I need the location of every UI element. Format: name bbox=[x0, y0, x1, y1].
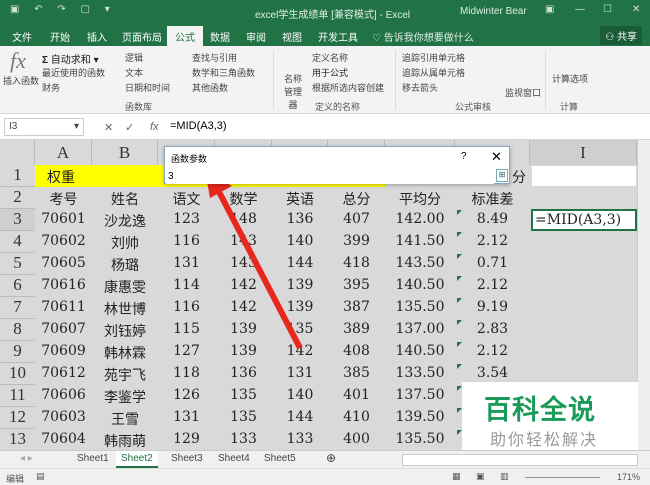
sheet-tab[interactable]: Sheet3 bbox=[171, 453, 203, 464]
page-layout-icon[interactable]: ▣ bbox=[476, 471, 485, 482]
sheet-tabs: ◂ ▸ Sheet1 Sheet2 Sheet3 Sheet4 Sheet5 ⊕ bbox=[0, 450, 650, 468]
argument-input[interactable] bbox=[166, 168, 494, 184]
zoom-slider[interactable] bbox=[525, 477, 600, 478]
normal-view-icon[interactable]: ▦ bbox=[452, 471, 461, 482]
status-bar: 编辑 ▤ ▦ ▣ ▥ 171% bbox=[0, 468, 650, 485]
page-break-icon[interactable]: ▥ bbox=[500, 471, 509, 482]
watermark-title: 百科全说 bbox=[484, 395, 596, 425]
expand-dialog-icon[interactable]: ⊞ bbox=[496, 169, 508, 182]
zoom-level[interactable]: 171% bbox=[617, 472, 640, 482]
help-button[interactable]: ? bbox=[461, 151, 467, 162]
sheet-tab-active[interactable]: Sheet2 bbox=[116, 451, 158, 468]
dialog-close-button[interactable]: ✕ bbox=[491, 149, 502, 165]
sheet-tab[interactable]: Sheet4 bbox=[218, 453, 250, 464]
function-arguments-dialog: 函数参数 ? ✕ ⊞ bbox=[164, 146, 510, 184]
watermark-subtitle: 助你轻松解决 bbox=[490, 432, 599, 449]
sheet-tab[interactable]: Sheet1 bbox=[77, 453, 109, 464]
watermark: 百科全说 助你轻松解决 bbox=[462, 382, 638, 452]
horizontal-scrollbar[interactable] bbox=[402, 454, 638, 466]
dialog-title: 函数参数 bbox=[171, 154, 208, 164]
mode-label: 编辑 bbox=[6, 474, 25, 484]
add-sheet-icon[interactable]: ⊕ bbox=[326, 451, 336, 465]
sheet-tab[interactable]: Sheet5 bbox=[264, 453, 296, 464]
macro-record-icon[interactable]: ▤ bbox=[36, 471, 45, 482]
sheet-nav-arrows[interactable]: ◂ ▸ bbox=[20, 453, 33, 464]
